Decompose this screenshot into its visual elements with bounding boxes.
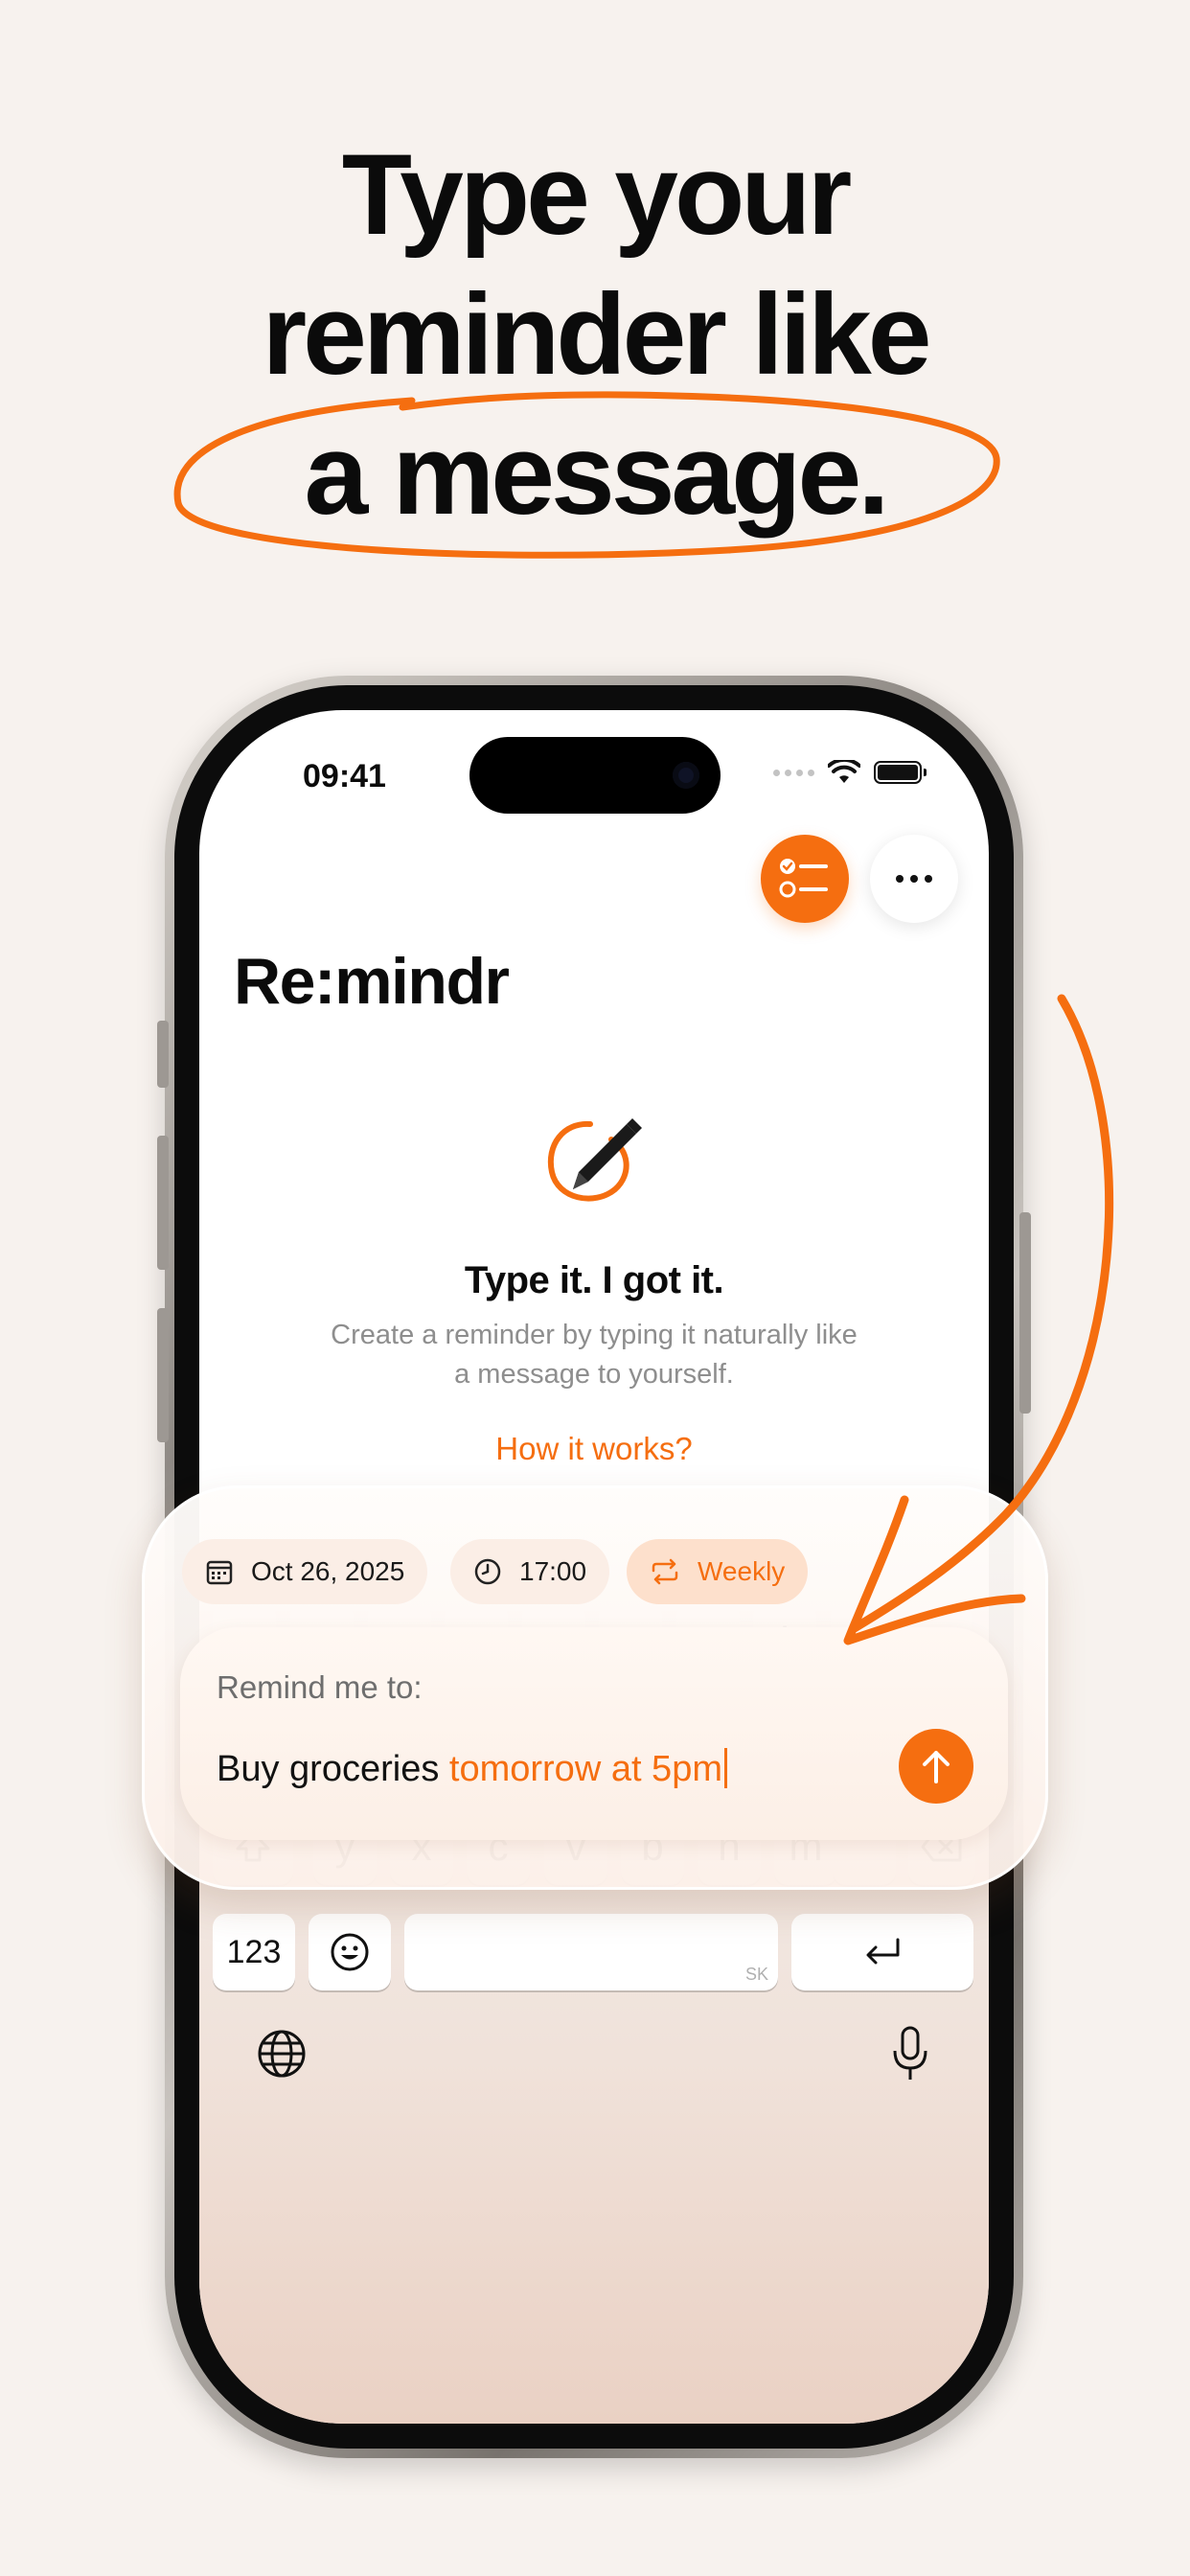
signal-icon — [773, 769, 814, 776]
keyboard-language-hint: SK — [744, 1965, 768, 1984]
more-options-button[interactable] — [870, 835, 958, 923]
numbers-key[interactable]: 123 — [213, 1914, 295, 1990]
headline-line-3: a message. — [304, 410, 889, 539]
empty-state-subtitle: Create a reminder by typing it naturally… — [199, 1316, 989, 1394]
input-text-parsed-datetime: tomorrow at 5pm — [448, 1749, 722, 1789]
text-caret — [723, 1748, 727, 1788]
arrow-up-icon — [923, 1751, 950, 1783]
time-chip[interactable]: 17:00 — [450, 1539, 610, 1604]
clock-icon — [474, 1558, 501, 1585]
calendar-icon — [206, 1560, 233, 1585]
headline: Type your reminder like a message. — [0, 125, 1190, 544]
pencil-scribble-icon — [547, 1118, 642, 1202]
repeat-chip-label: Weekly — [698, 1556, 786, 1586]
input-text-plain: Buy groceries — [217, 1749, 449, 1789]
how-it-works-link[interactable]: How it works? — [199, 1431, 989, 1467]
repeat-icon — [652, 1558, 678, 1585]
send-button[interactable] — [899, 1729, 973, 1804]
wifi-icon — [828, 760, 860, 783]
camera-icon — [673, 762, 699, 789]
app-title: Re:mindr — [234, 945, 510, 1018]
date-chip[interactable]: Oct 26, 2025 — [182, 1539, 428, 1604]
status-icons — [773, 760, 927, 785]
return-icon — [866, 1938, 900, 1965]
reminder-composer: Oct 26, 2025 17:00 Weekly Remind me to: … — [142, 1485, 1048, 1890]
emoji-key[interactable] — [309, 1914, 391, 1990]
repeat-chip[interactable]: Weekly — [627, 1539, 809, 1604]
empty-state-title: Type it. I got it. — [464, 1259, 724, 1301]
headline-line-1: Type your — [341, 130, 853, 259]
headline-line-2: reminder like — [262, 270, 931, 399]
ellipsis-icon — [896, 875, 932, 883]
reminder-list-button[interactable] — [761, 835, 849, 923]
reminder-input-field[interactable]: Remind me to: Buy groceries tomorrow at … — [180, 1627, 1008, 1840]
battery-icon — [874, 761, 927, 784]
date-chip-label: Oct 26, 2025 — [251, 1556, 405, 1586]
emoji-icon — [331, 1933, 369, 1971]
time-chip-label: 17:00 — [519, 1556, 587, 1586]
space-bar[interactable]: SK — [404, 1914, 778, 1990]
checklist-icon — [779, 859, 828, 898]
input-label: Remind me to: — [217, 1669, 423, 1705]
dynamic-island — [469, 737, 721, 814]
microphone-icon — [893, 2026, 927, 2080]
volume-up-button — [157, 1136, 169, 1270]
status-time: 09:41 — [303, 758, 386, 794]
volume-down-button — [157, 1308, 169, 1442]
empty-state-subtitle-line-1: Create a reminder by typing it naturally… — [331, 1320, 858, 1350]
power-button — [1019, 1212, 1031, 1414]
empty-state-subtitle-line-2: a message to yourself. — [454, 1359, 734, 1390]
action-button — [157, 1021, 169, 1088]
dictation-button[interactable] — [881, 2025, 939, 2082]
globe-button[interactable] — [253, 2025, 310, 2082]
return-key[interactable] — [791, 1914, 973, 1990]
input-text[interactable]: Buy groceries tomorrow at 5pm — [217, 1748, 727, 1790]
globe-icon — [258, 2030, 306, 2078]
